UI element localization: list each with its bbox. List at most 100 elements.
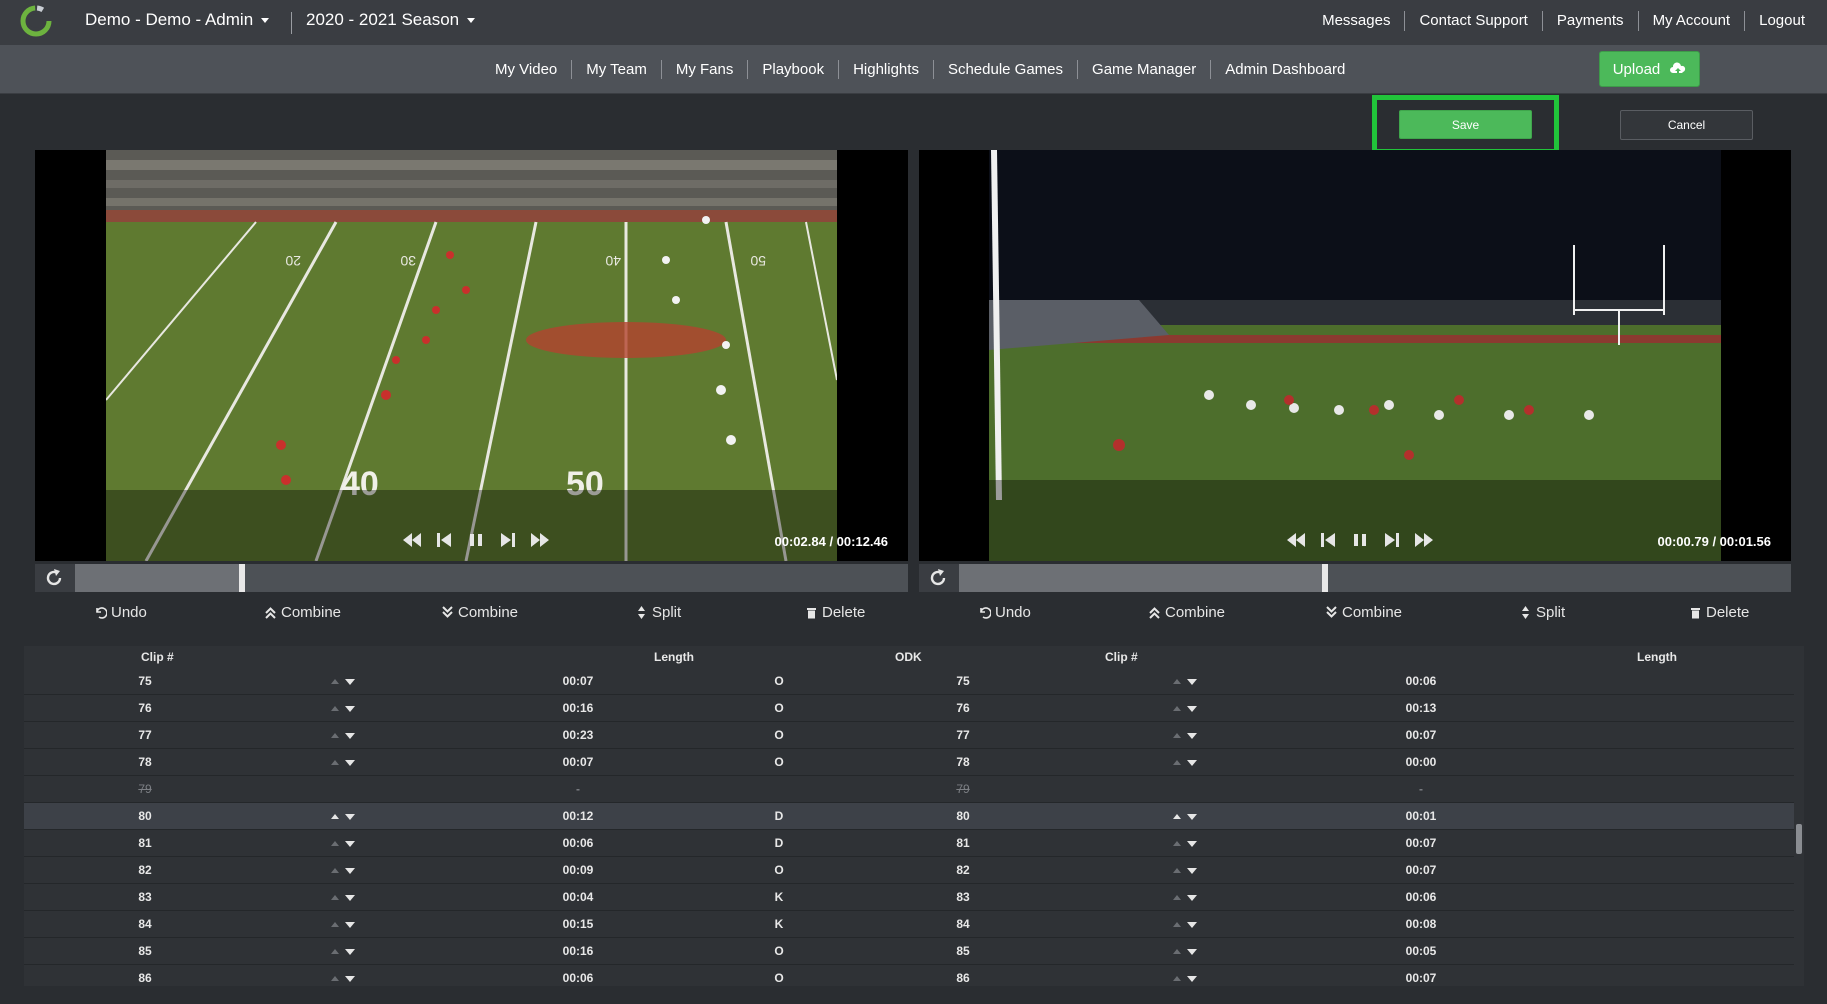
rewind-icon[interactable]: [1285, 529, 1307, 551]
rewind-icon[interactable]: [401, 529, 423, 551]
delete-button[interactable]: Delete: [805, 604, 865, 621]
move-down-right-icon[interactable]: [1187, 841, 1197, 847]
move-up-left-icon[interactable]: [331, 733, 339, 738]
table-row[interactable]: 81 00:06 D 81 00:07: [24, 830, 1794, 857]
nav-admin-dashboard[interactable]: Admin Dashboard: [1210, 60, 1359, 79]
move-down-right-icon[interactable]: [1187, 706, 1197, 712]
combine-up-button[interactable]: Combine: [1148, 604, 1225, 621]
table-row[interactable]: 83 00:04 K 83 00:06: [24, 884, 1794, 911]
move-up-left-icon[interactable]: [331, 949, 339, 954]
nav-my-fans[interactable]: My Fans: [660, 60, 748, 79]
move-down-right-icon[interactable]: [1187, 868, 1197, 874]
contact-support-link[interactable]: Contact Support: [1404, 11, 1541, 31]
odk-value[interactable]: K: [775, 917, 784, 931]
odk-value[interactable]: O: [774, 701, 783, 715]
move-up-right-icon[interactable]: [1173, 949, 1181, 954]
nav-my-team[interactable]: My Team: [571, 60, 661, 79]
move-down-right-icon[interactable]: [1187, 814, 1197, 820]
step-back-icon[interactable]: [433, 529, 455, 551]
move-up-right-icon[interactable]: [1173, 895, 1181, 900]
move-up-left-icon[interactable]: [331, 679, 339, 684]
odk-value[interactable]: O: [774, 674, 783, 688]
upload-button[interactable]: Upload: [1599, 51, 1700, 87]
refresh-icon[interactable]: [43, 567, 65, 589]
move-up-left-icon[interactable]: [331, 814, 339, 819]
step-forward-icon[interactable]: [497, 529, 519, 551]
odk-value[interactable]: O: [774, 755, 783, 769]
move-down-left-icon[interactable]: [345, 760, 355, 766]
move-down-left-icon[interactable]: [345, 976, 355, 982]
move-up-right-icon[interactable]: [1173, 679, 1181, 684]
move-down-left-icon[interactable]: [345, 949, 355, 955]
left-video-player[interactable]: 40 50 20 30 40 50 00:02.84 / 00:12.46: [35, 150, 908, 561]
odk-value[interactable]: D: [775, 836, 784, 850]
move-down-left-icon[interactable]: [345, 841, 355, 847]
move-down-right-icon[interactable]: [1187, 976, 1197, 982]
move-down-left-icon[interactable]: [345, 868, 355, 874]
move-up-left-icon[interactable]: [331, 760, 339, 765]
undo-button[interactable]: Undo: [94, 604, 147, 621]
odk-value[interactable]: O: [774, 728, 783, 742]
right-timeline-handle[interactable]: [1322, 564, 1329, 592]
move-down-left-icon[interactable]: [345, 679, 355, 685]
odk-value[interactable]: O: [774, 863, 783, 877]
move-down-right-icon[interactable]: [1187, 949, 1197, 955]
move-down-right-icon[interactable]: [1187, 679, 1197, 685]
my-account-link[interactable]: My Account: [1637, 11, 1745, 31]
table-row[interactable]: 78 00:07 O 78 00:00: [24, 749, 1794, 776]
combine-down-button[interactable]: Combine: [441, 604, 518, 621]
move-up-left-icon[interactable]: [331, 868, 339, 873]
move-up-left-icon[interactable]: [331, 922, 339, 927]
messages-link[interactable]: Messages: [1308, 11, 1404, 31]
left-timeline-handle[interactable]: [238, 564, 245, 592]
table-row[interactable]: 80 00:12 D 80 00:01: [24, 803, 1794, 830]
move-up-right-icon[interactable]: [1173, 706, 1181, 711]
odk-value[interactable]: O: [774, 971, 783, 985]
table-row[interactable]: 77 00:23 O 77 00:07: [24, 722, 1794, 749]
table-row[interactable]: 85 00:16 O 85 00:05: [24, 938, 1794, 965]
nav-highlights[interactable]: Highlights: [838, 60, 933, 79]
right-video-player[interactable]: 00:00.79 / 00:01.56: [919, 150, 1791, 561]
nav-playbook[interactable]: Playbook: [747, 60, 838, 79]
move-down-right-icon[interactable]: [1187, 760, 1197, 766]
move-down-right-icon[interactable]: [1187, 733, 1197, 739]
odk-value[interactable]: K: [775, 890, 784, 904]
table-scrollbar[interactable]: [1795, 646, 1803, 986]
nav-schedule-games[interactable]: Schedule Games: [932, 60, 1077, 79]
table-row[interactable]: 82 00:09 O 82 00:07: [24, 857, 1794, 884]
table-row[interactable]: 79 - 79 -: [24, 776, 1794, 803]
payments-link[interactable]: Payments: [1541, 11, 1638, 31]
move-up-left-icon[interactable]: [331, 706, 339, 711]
app-logo-icon[interactable]: [18, 3, 54, 39]
org-selector[interactable]: Demo - Demo - Admin: [85, 10, 270, 30]
pause-icon[interactable]: [465, 529, 487, 551]
move-up-right-icon[interactable]: [1173, 841, 1181, 846]
step-forward-icon[interactable]: [1381, 529, 1403, 551]
move-up-right-icon[interactable]: [1173, 733, 1181, 738]
pause-icon[interactable]: [1349, 529, 1371, 551]
delete-button[interactable]: Delete: [1689, 604, 1749, 621]
table-row[interactable]: 75 00:07 O 75 00:06: [24, 668, 1794, 695]
odk-value[interactable]: D: [775, 809, 784, 823]
table-row[interactable]: 86 00:06 O 86 00:07: [24, 965, 1794, 986]
move-down-left-icon[interactable]: [345, 733, 355, 739]
cancel-button[interactable]: Cancel: [1620, 110, 1753, 140]
table-row[interactable]: 84 00:15 K 84 00:08: [24, 911, 1794, 938]
combine-down-button[interactable]: Combine: [1325, 604, 1402, 621]
move-down-left-icon[interactable]: [345, 895, 355, 901]
nav-my-video[interactable]: My Video: [483, 60, 571, 79]
move-down-left-icon[interactable]: [345, 922, 355, 928]
split-button[interactable]: Split: [1519, 604, 1565, 621]
split-button[interactable]: Split: [635, 604, 681, 621]
table-row[interactable]: 76 00:16 O 76 00:13: [24, 695, 1794, 722]
move-up-left-icon[interactable]: [331, 895, 339, 900]
undo-button[interactable]: Undo: [978, 604, 1031, 621]
move-up-right-icon[interactable]: [1173, 760, 1181, 765]
season-selector[interactable]: 2020 - 2021 Season: [306, 10, 476, 30]
save-button[interactable]: Save: [1399, 110, 1532, 139]
move-up-right-icon[interactable]: [1173, 868, 1181, 873]
fast-forward-icon[interactable]: [1413, 529, 1435, 551]
logout-link[interactable]: Logout: [1744, 11, 1805, 31]
move-down-left-icon[interactable]: [345, 814, 355, 820]
nav-game-manager[interactable]: Game Manager: [1077, 60, 1210, 79]
